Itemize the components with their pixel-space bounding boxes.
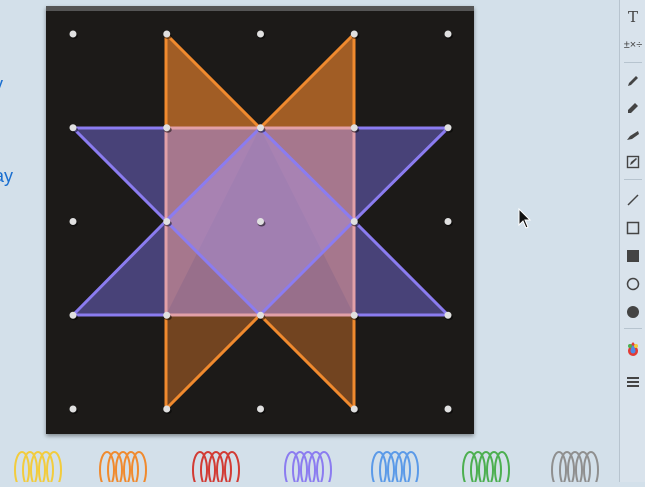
rubber-band: [131, 451, 147, 487]
rubber-band: [38, 451, 54, 487]
band-bundle[interactable]: [192, 451, 240, 487]
rubber-band: [559, 451, 575, 487]
rubber-band: [192, 451, 208, 487]
rubber-band: [551, 451, 567, 487]
rubber-band: [14, 451, 30, 487]
peg[interactable]: [163, 124, 171, 132]
rubber-band: [123, 451, 139, 487]
rubber-band: [99, 451, 115, 487]
math-operations-icon[interactable]: ±×÷: [620, 34, 645, 56]
peg[interactable]: [444, 405, 452, 413]
peg-grid: [69, 30, 453, 414]
band-bundle[interactable]: [99, 451, 147, 487]
peg[interactable]: [163, 30, 171, 38]
rubber-band: [567, 451, 583, 487]
rubber-band: [470, 451, 486, 487]
rubber-band: [308, 451, 324, 487]
rubber-band: [371, 451, 387, 487]
peg[interactable]: [444, 30, 452, 38]
peg[interactable]: [69, 124, 77, 132]
circle-filled-icon[interactable]: [620, 301, 645, 323]
highlighter-icon[interactable]: [620, 124, 645, 146]
geoboard[interactable]: [46, 6, 474, 434]
color-palette-icon[interactable]: [620, 338, 645, 360]
line-tool-icon[interactable]: [620, 189, 645, 211]
circle-outline-icon[interactable]: [620, 273, 645, 295]
peg[interactable]: [163, 218, 171, 225]
peg[interactable]: [69, 311, 77, 319]
rubber-band: [462, 451, 478, 487]
rubber-band: [478, 451, 494, 487]
peg[interactable]: [69, 405, 77, 413]
toolbar: T ±×÷: [619, 0, 645, 482]
peg[interactable]: [257, 30, 264, 38]
rubber-band: [486, 451, 502, 487]
geoboard-canvas[interactable]: [46, 11, 474, 434]
peg[interactable]: [350, 30, 358, 38]
rubber-band: [316, 451, 332, 487]
peg[interactable]: [163, 405, 171, 413]
band-tray: [0, 440, 619, 487]
rubber-band: [300, 451, 316, 487]
peg[interactable]: [163, 311, 171, 319]
text-icon[interactable]: T: [620, 6, 645, 28]
rubber-band: [224, 451, 240, 487]
peg[interactable]: [69, 30, 77, 38]
peg[interactable]: [444, 124, 452, 132]
rubber-band: [292, 451, 308, 487]
peg[interactable]: [257, 311, 264, 319]
marker-icon[interactable]: [620, 97, 645, 119]
mouse-cursor-icon: [518, 207, 532, 235]
left-text-line-1[interactable]: y: [0, 74, 3, 95]
rubber-band: [115, 451, 131, 487]
toolbar-divider: [624, 179, 642, 180]
rubber-band: [575, 451, 591, 487]
rubber-band: [46, 451, 62, 487]
peg[interactable]: [350, 311, 358, 319]
text-tool-label: T: [627, 8, 638, 26]
band-bundle[interactable]: [462, 451, 510, 487]
band-bundle[interactable]: [284, 451, 332, 487]
math-operations-label: ±×÷: [623, 39, 643, 51]
menu-icon[interactable]: [620, 371, 645, 393]
rubber-band: [22, 451, 38, 487]
rubber-band: [583, 451, 599, 487]
rectangle-filled-icon[interactable]: [620, 245, 645, 267]
rubber-band: [284, 451, 300, 487]
band-bundle[interactable]: [14, 451, 62, 487]
rubber-band: [208, 451, 224, 487]
edit-note-icon[interactable]: [620, 151, 645, 173]
peg[interactable]: [444, 218, 452, 225]
rubber-band: [395, 451, 411, 487]
rubber-band: [30, 451, 46, 487]
peg[interactable]: [257, 218, 264, 225]
rubber-band: [200, 451, 216, 487]
peg[interactable]: [257, 405, 264, 413]
peg[interactable]: [69, 218, 77, 225]
toolbar-divider: [624, 328, 642, 329]
toolbar-divider: [624, 62, 642, 63]
band-bundle[interactable]: [551, 451, 599, 487]
band-bundle[interactable]: [371, 451, 419, 487]
rubber-band: [403, 451, 419, 487]
rectangle-outline-icon[interactable]: [620, 217, 645, 239]
peg[interactable]: [257, 124, 264, 132]
pencil-icon[interactable]: [620, 70, 645, 92]
peg[interactable]: [444, 311, 452, 319]
rubber-band: [216, 451, 232, 487]
band-tray-canvas: [14, 451, 599, 487]
peg[interactable]: [350, 124, 358, 132]
peg[interactable]: [350, 405, 358, 413]
rubber-band: [379, 451, 395, 487]
rubber-band: [387, 451, 403, 487]
rubber-band: [107, 451, 123, 487]
peg[interactable]: [350, 218, 358, 225]
rubber-band: [494, 451, 510, 487]
left-text-line-2[interactable]: ay: [0, 166, 13, 187]
